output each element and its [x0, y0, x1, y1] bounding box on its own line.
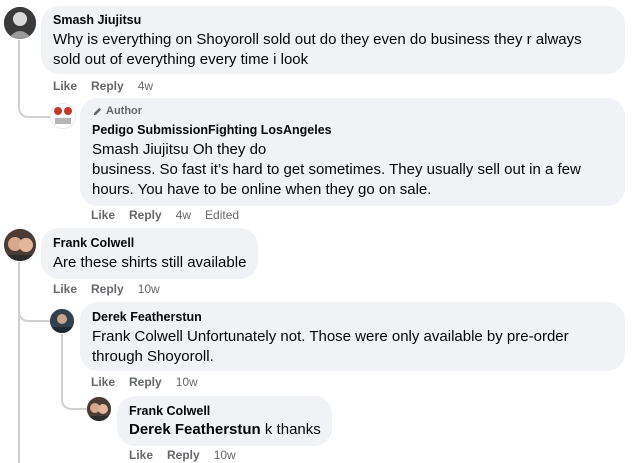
comment-author[interactable]: Frank Colwell	[129, 404, 210, 418]
reply-button[interactable]: Reply	[167, 448, 200, 462]
comment-text: business. So fast it’s hard to get somet…	[92, 161, 581, 198]
comment-text: Are these shirts still available	[53, 254, 247, 271]
comment-bubble: Derek Featherstun Frank Colwell Unfortun…	[80, 302, 625, 371]
thread-connector	[18, 92, 50, 118]
avatar-image	[50, 309, 74, 333]
comment-text: Frank Colwell Unfortunately not. Those w…	[92, 328, 569, 365]
comment-actions: Like Reply 4w	[53, 79, 167, 93]
avatar[interactable]	[4, 7, 36, 39]
comment-text: Why is everything on Shoyoroll sold out …	[53, 31, 582, 68]
author-badge-label: Author	[106, 105, 143, 117]
avatar-image	[4, 229, 36, 261]
comment-actions: Like Reply 10w	[129, 448, 250, 462]
comment-actions: Like Reply 4w Edited	[91, 208, 253, 222]
reply-button[interactable]: Reply	[129, 208, 162, 222]
comment-author[interactable]: Smash Jiujitsu	[53, 13, 141, 27]
comment-bubble: Smash Jiujitsu Why is everything on Shoy…	[41, 6, 625, 74]
comment-text-body: k thanks	[260, 421, 321, 438]
comment-bubble: Frank Colwell Are these shirts still ava…	[41, 228, 258, 279]
like-button[interactable]: Like	[53, 79, 77, 93]
reply-button[interactable]: Reply	[129, 375, 162, 389]
avatar[interactable]	[4, 229, 36, 261]
comment-author[interactable]: Derek Featherstun	[92, 310, 202, 324]
thread-line	[18, 262, 20, 463]
page-logo-icon	[51, 104, 75, 128]
timestamp[interactable]: 10w	[214, 448, 236, 462]
reply-button[interactable]: Reply	[91, 79, 124, 93]
timestamp[interactable]: 10w	[138, 282, 160, 296]
timestamp[interactable]: 10w	[176, 375, 198, 389]
comment-bubble: Author Pedigo SubmissionFighting LosAnge…	[80, 98, 625, 206]
like-button[interactable]: Like	[129, 448, 153, 462]
author-badge: Author	[92, 105, 142, 117]
thread-line	[18, 40, 20, 94]
comment-author[interactable]: Pedigo SubmissionFighting LosAngeles	[92, 123, 332, 137]
reply-button[interactable]: Reply	[91, 282, 124, 296]
comment-text-line1: Smash Jiujitsu Oh they do	[92, 141, 267, 158]
avatar-image	[4, 7, 36, 39]
edited-label: Edited	[205, 208, 240, 222]
like-button[interactable]: Like	[91, 375, 115, 389]
comment-bubble: Frank Colwell Derek Featherstun k thanks	[117, 396, 332, 446]
pencil-icon	[93, 107, 102, 115]
comment-actions: Like Reply 10w	[53, 282, 174, 296]
thread-connector	[61, 372, 87, 410]
avatar[interactable]	[50, 309, 74, 333]
like-button[interactable]: Like	[53, 282, 77, 296]
avatar-image	[87, 397, 111, 421]
timestamp[interactable]: 4w	[176, 208, 191, 222]
thread-line	[61, 334, 63, 374]
comment-author[interactable]: Frank Colwell	[53, 236, 134, 250]
comment-actions: Like Reply 10w	[91, 375, 212, 389]
thread-connector	[18, 298, 50, 322]
mention-link[interactable]: Derek Featherstun	[129, 421, 261, 438]
avatar[interactable]	[87, 397, 111, 421]
like-button[interactable]: Like	[91, 208, 115, 222]
comment-text: Derek Featherstun k thanks	[129, 420, 321, 440]
avatar[interactable]	[50, 103, 76, 129]
timestamp[interactable]: 4w	[138, 79, 153, 93]
